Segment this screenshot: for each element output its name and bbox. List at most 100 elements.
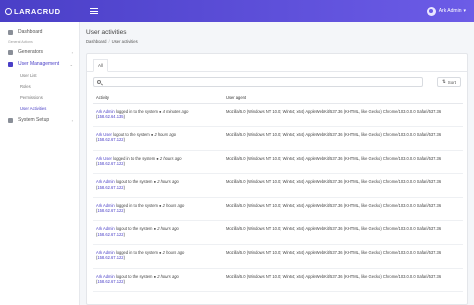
activity-cell: Ark Admin logged in to the system ● 4 mi… — [93, 103, 223, 128]
sidebar-item-label: Dashboard — [18, 29, 43, 35]
activity-time: 2 hours ago — [162, 202, 185, 208]
table-row: Ark Admin logged in to the system ● 2 ho… — [93, 244, 463, 269]
user-link[interactable]: Ark User — [96, 156, 112, 161]
sort-button[interactable]: ⇅ Sort — [436, 77, 461, 87]
chevron-right-icon: › — [71, 49, 73, 55]
activity-time: 2 hours ago — [157, 226, 179, 232]
sidebar-section-label: General Actions — [8, 40, 33, 44]
sort-icon: ⇅ — [441, 79, 446, 84]
sidebar-item-label: User Management — [18, 61, 60, 67]
search-icon — [97, 80, 101, 84]
user-agent-cell: Mozilla/5.0 (Windows NT 10.0; Win64; x64… — [223, 220, 463, 246]
brand-logo[interactable]: LARACRUD — [0, 0, 80, 22]
top-navbar: LARACRUD Ark Admin ▾ — [0, 0, 474, 22]
breadcrumb-item[interactable]: Dashboard — [86, 39, 107, 44]
dashboard-icon — [8, 29, 13, 35]
activity-cell: Ark Admin logout to the system ● 2 hours… — [93, 220, 223, 246]
sort-label: Sort — [447, 79, 456, 85]
user-link[interactable]: Ark Admin — [96, 274, 115, 279]
chevron-down-icon: ▾ — [463, 8, 466, 14]
activity-time: 2 hours ago — [162, 250, 185, 256]
chevron-down-icon: ⌄ — [69, 61, 73, 67]
activities-card: All ⇅ Sort Activity User agent Ark Admin… — [86, 53, 468, 305]
table-row: Ark Admin logout to the system ● 2 hours… — [93, 268, 463, 293]
user-link[interactable]: Ark Admin — [96, 203, 115, 208]
activity-cell: Ark Admin logged in to the system ● 2 ho… — [93, 197, 223, 222]
activity-cell: Ark User logout to the system ● 2 hours … — [93, 126, 223, 151]
activities-table: Activity User agent Ark Admin logged in … — [93, 92, 463, 293]
sidebar-item-user-management[interactable]: User Management ⌄ — [0, 58, 79, 70]
sidebar-subitem-user-list[interactable]: User List — [0, 70, 79, 81]
ip-link[interactable]: 158.62.67.122 — [97, 279, 123, 284]
ip-link[interactable]: 158.62.67.122 — [97, 208, 123, 213]
user-link[interactable]: Ark Admin — [96, 179, 115, 184]
user-name: Ark Admin — [438, 8, 462, 14]
sidebar-item-system-setup[interactable]: System Setup › — [0, 114, 79, 126]
breadcrumb: Dashboard / User activities — [86, 39, 138, 44]
users-icon — [8, 61, 13, 67]
activity-action: logged in to the system — [115, 250, 158, 256]
main-content: User activities Dashboard / User activitie… — [86, 29, 468, 305]
column-header-activity: Activity — [93, 92, 223, 104]
tab-bar: All — [87, 54, 467, 72]
user-agent-cell: Mozilla/5.0 (Windows NT 10.0; Win64; x64… — [223, 244, 463, 269]
user-agent-cell: Mozilla/5.0 (Windows NT 10.0; Win64; x64… — [223, 150, 463, 175]
activity-time: 2 hours ago — [159, 155, 182, 161]
ip-link[interactable]: 158.62.67.122 — [97, 185, 123, 190]
sidebar-item-label: Generators — [18, 49, 44, 55]
ip-link[interactable]: 158.62.67.122 — [97, 255, 123, 260]
column-header-user-agent: User agent — [223, 92, 463, 104]
activity-time: 2 hours ago — [154, 132, 177, 138]
sidebar-item-label: System Setup — [18, 117, 50, 123]
page-title: User activities — [86, 29, 127, 36]
user-agent-cell: Mozilla/5.0 (Windows NT 10.0; Win64; x64… — [223, 103, 463, 128]
sidebar-subitem-permissions[interactable]: Permissions — [0, 92, 79, 103]
activity-time: 2 hours ago — [157, 273, 179, 279]
user-link[interactable]: Ark User — [96, 132, 112, 137]
ip-link[interactable]: 158.62.64.135 — [97, 114, 123, 119]
table-toolbar: ⇅ Sort — [87, 72, 467, 92]
user-link[interactable]: Ark Admin — [96, 226, 115, 231]
ip-link[interactable]: 158.62.67.122 — [97, 161, 123, 166]
user-agent-cell: Mozilla/5.0 (Windows NT 10.0; Win64; x64… — [223, 197, 463, 222]
gear-icon — [8, 49, 13, 55]
chevron-right-icon: › — [71, 117, 73, 123]
ip-link[interactable]: 158.62.67.122 — [97, 232, 123, 237]
activity-cell: Ark Admin logged in to the system ● 2 ho… — [93, 244, 223, 269]
user-menu[interactable]: Ark Admin ▾ — [426, 6, 466, 16]
menu-toggle-icon[interactable] — [90, 8, 98, 14]
activity-time: 2 hours ago — [157, 179, 179, 185]
table-row: Ark User logged in to the system ● 2 hou… — [93, 150, 463, 175]
user-link[interactable]: Ark Admin — [96, 250, 115, 255]
user-agent-cell: Mozilla/5.0 (Windows NT 10.0; Win64; x64… — [223, 268, 463, 293]
search-input[interactable] — [104, 79, 404, 85]
ip-link[interactable]: 158.62.67.122 — [97, 137, 123, 142]
settings-icon — [8, 117, 13, 123]
tab-all[interactable]: All — [93, 59, 109, 72]
sidebar-item-generators[interactable]: Generators › — [0, 46, 79, 58]
avatar — [426, 6, 436, 16]
sidebar: Dashboard General Actions Generators › U… — [0, 22, 80, 305]
table-row: Ark Admin logged in to the system ● 4 mi… — [93, 103, 463, 128]
activity-action: logout to the system — [115, 226, 153, 232]
activity-action: logout to the system — [115, 273, 153, 279]
breadcrumb-item-current: User activities — [111, 39, 138, 44]
activity-action: logged in to the system — [113, 155, 156, 161]
activity-cell: Ark Admin logout to the system ● 2 hours… — [93, 268, 223, 293]
sidebar-subitem-user-activities[interactable]: User Activities — [0, 103, 79, 114]
sidebar-item-dashboard[interactable]: Dashboard — [0, 26, 79, 38]
activity-cell: Ark User logged in to the system ● 2 hou… — [93, 150, 223, 175]
table-row: Ark User logout to the system ● 2 hours … — [93, 126, 463, 151]
search-box[interactable] — [93, 77, 423, 87]
user-link[interactable]: Ark Admin — [96, 109, 115, 114]
brand-name: LARACRUD — [14, 6, 61, 16]
activity-action: logout to the system — [113, 132, 150, 138]
activity-action: logout to the system — [115, 179, 153, 185]
table-row: Ark Admin logged in to the system ● 2 ho… — [93, 197, 463, 222]
user-agent-cell: Mozilla/5.0 (Windows NT 10.0; Win64; x64… — [223, 173, 463, 198]
brand-icon — [5, 7, 12, 15]
table-row: Ark Admin logout to the system ● 2 hours… — [93, 220, 463, 246]
activity-time: 4 minutes ago — [162, 108, 189, 114]
sidebar-subitem-roles[interactable]: Roles — [0, 81, 79, 92]
activity-action: logged in to the system — [115, 202, 158, 208]
